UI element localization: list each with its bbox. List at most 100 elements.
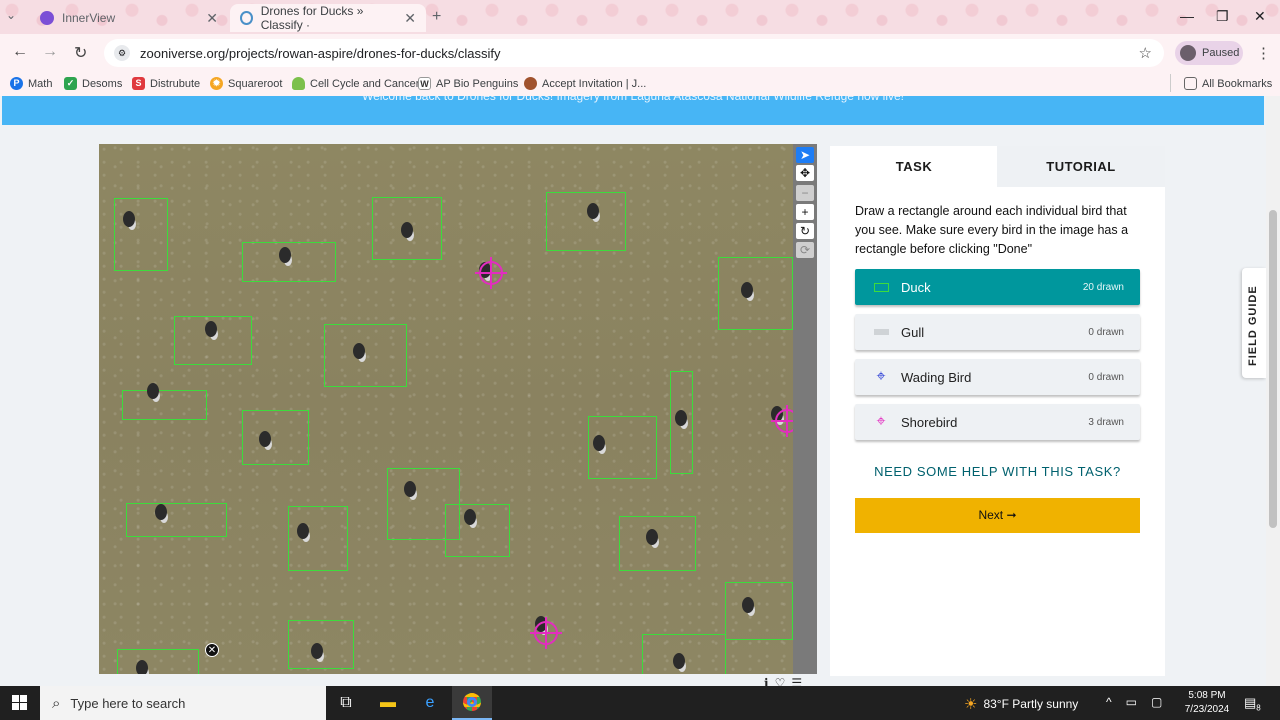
task-help-link[interactable]: NEED SOME HELP WITH THIS TASK?	[855, 464, 1140, 479]
tab-search-chevron-icon[interactable]: ⌄	[6, 8, 16, 22]
tab-close-icon[interactable]: ✕	[404, 10, 416, 27]
zoom-in-icon[interactable]: +	[796, 204, 814, 220]
duck-annotation-box[interactable]	[126, 503, 227, 537]
bookmark-item[interactable]: S Distrubute	[132, 77, 200, 90]
duck-annotation-box[interactable]	[324, 324, 407, 387]
tab-close-icon[interactable]: ✕	[206, 10, 218, 27]
choice-count: 0 drawn	[1088, 326, 1124, 338]
minimize-button[interactable]: —	[1180, 8, 1194, 24]
duck-annotation-box[interactable]	[122, 383, 207, 420]
battery-icon[interactable]: ▭	[1126, 695, 1137, 709]
bookmark-favicon-icon: ✹	[210, 77, 223, 90]
duck-annotation-box[interactable]	[242, 410, 309, 465]
taskbar-clock[interactable]: 5:08 PM 7/23/2024	[1178, 689, 1236, 717]
task-panel: TASK TUTORIAL Draw a rectangle around ea…	[830, 146, 1165, 676]
info-icon[interactable]: ℹ	[764, 676, 769, 686]
maximize-button[interactable]: ❐	[1216, 8, 1229, 25]
task-view-icon[interactable]: ⧉	[326, 686, 366, 720]
weather-widget[interactable]: ☀ 83°F Partly sunny	[964, 695, 1078, 713]
chrome-icon[interactable]	[452, 686, 492, 720]
bird	[587, 203, 599, 219]
windows-taskbar: ⌕ Type here to search ⧉ ▬ e ☀ 83°F Partl…	[0, 686, 1280, 720]
site-info-icon[interactable]: ⚙	[114, 45, 130, 61]
choice-shorebird[interactable]: ⌖ Shorebird 3 drawn	[855, 404, 1140, 440]
page-scrollbar[interactable]	[1266, 96, 1280, 686]
choice-wading-bird[interactable]: ⌖ Wading Bird 0 drawn	[855, 359, 1140, 395]
pointer-tool-icon[interactable]: ➤	[796, 147, 814, 163]
url-text[interactable]: zooniverse.org/projects/rowan-aspire/dro…	[140, 46, 501, 61]
network-icon[interactable]: ▢	[1151, 695, 1162, 709]
bookmark-item[interactable]: ✓ Desoms	[64, 77, 122, 90]
duck-annotation-box[interactable]	[670, 371, 693, 474]
tab-title: InnerView	[62, 11, 116, 25]
windows-start-icon[interactable]	[12, 695, 28, 711]
edge-browser-icon[interactable]: e	[410, 686, 450, 720]
bookmark-item[interactable]: Cell Cycle and Cancer	[292, 77, 419, 90]
bookmark-favicon-icon: ✓	[64, 77, 77, 90]
reload-icon[interactable]: ↻	[74, 43, 87, 63]
pan-tool-icon[interactable]: ✥	[796, 165, 814, 181]
subject-image-viewer[interactable]: ✕	[99, 144, 793, 674]
duck-annotation-box[interactable]	[718, 257, 793, 330]
duck-annotation-box[interactable]	[288, 506, 348, 571]
delete-mark-icon[interactable]: ✕	[205, 643, 219, 657]
favorite-heart-icon[interactable]: ♡	[775, 676, 786, 686]
tab-task[interactable]: TASK	[830, 146, 998, 187]
task-instructions: Draw a rectangle around each individual …	[855, 204, 1129, 256]
scrollbar-thumb[interactable]	[1269, 210, 1277, 528]
duck-annotation-box[interactable]	[445, 504, 510, 557]
duck-annotation-box[interactable]	[642, 634, 726, 674]
zooniverse-page: Welcome back to Drones for Ducks! Imager…	[0, 96, 1266, 686]
next-button[interactable]: Next ➞	[855, 498, 1140, 533]
shorebird-crosshair-mark[interactable]	[771, 405, 793, 437]
search-icon: ⌕	[52, 694, 61, 712]
bird	[404, 481, 416, 497]
bookmark-item[interactable]: W AP Bio Penguins	[418, 77, 518, 90]
bird	[155, 504, 167, 520]
collections-list-icon[interactable]: ☰	[791, 676, 802, 686]
bird	[593, 435, 605, 451]
duck-annotation-box[interactable]	[372, 197, 442, 260]
rotate-icon[interactable]: ↻	[796, 223, 814, 239]
duck-annotation-box[interactable]	[288, 620, 354, 669]
duck-annotation-box[interactable]	[725, 582, 793, 640]
bookmarks-bar: P Math ✓ Desoms S Distrubute ✹ Squareroot Ce…	[0, 72, 1280, 96]
choice-gull[interactable]: Gull 0 drawn	[855, 314, 1140, 350]
choice-duck[interactable]: Duck 20 drawn	[855, 269, 1140, 305]
tray-chevron-icon[interactable]: ^	[1106, 695, 1112, 709]
bookmark-item[interactable]: P Math	[10, 77, 52, 90]
all-bookmarks-button[interactable]: All Bookmarks	[1184, 77, 1272, 90]
bookmark-star-icon[interactable]: ☆	[1139, 44, 1152, 62]
duck-annotation-box[interactable]	[242, 242, 336, 282]
duck-annotation-box[interactable]	[117, 649, 199, 674]
browser-menu-icon[interactable]: ⋮	[1256, 44, 1271, 62]
bookmark-favicon-icon: W	[418, 77, 431, 90]
taskbar-search-input[interactable]: ⌕ Type here to search	[40, 686, 326, 720]
duck-annotation-box[interactable]	[114, 198, 168, 271]
tab-tutorial[interactable]: TUTORIAL	[997, 146, 1165, 187]
field-guide-tab[interactable]: FIELD GUIDE	[1242, 268, 1266, 378]
tab-drones-for-ducks[interactable]: Drones for Ducks » Classify · ✕	[230, 4, 426, 32]
bookmark-item[interactable]: Accept Invitation | J...	[524, 77, 646, 90]
zoom-out-icon[interactable]: −	[796, 185, 814, 201]
duck-annotation-box[interactable]	[174, 316, 252, 365]
notification-center-icon[interactable]: ▤8	[1244, 695, 1261, 713]
address-bar[interactable]: ⚙ zooniverse.org/projects/rowan-aspire/d…	[104, 39, 1164, 67]
shorebird-crosshair-mark[interactable]	[475, 257, 507, 289]
bookmark-item[interactable]: ✹ Squareroot	[210, 77, 282, 90]
announcement-banner[interactable]: Welcome back to Drones for Ducks! Imager…	[2, 96, 1264, 125]
duck-annotation-box[interactable]	[619, 516, 696, 571]
reset-view-icon[interactable]: ⟳	[796, 242, 814, 258]
bird	[673, 653, 685, 669]
tab-innerview[interactable]: InnerView ✕	[30, 4, 228, 32]
duck-annotation-box[interactable]	[546, 192, 626, 251]
back-arrow-icon[interactable]: ←	[12, 43, 28, 61]
duck-annotation-box[interactable]	[588, 416, 657, 479]
close-window-button[interactable]: ✕	[1254, 8, 1266, 25]
profile-status: Paused	[1202, 47, 1240, 59]
shorebird-crosshair-mark[interactable]	[530, 617, 562, 649]
file-explorer-icon[interactable]: ▬	[368, 686, 408, 720]
forward-arrow-icon[interactable]: →	[42, 43, 58, 61]
profile-button[interactable]: Paused	[1175, 41, 1243, 65]
new-tab-button[interactable]: +	[432, 8, 441, 26]
